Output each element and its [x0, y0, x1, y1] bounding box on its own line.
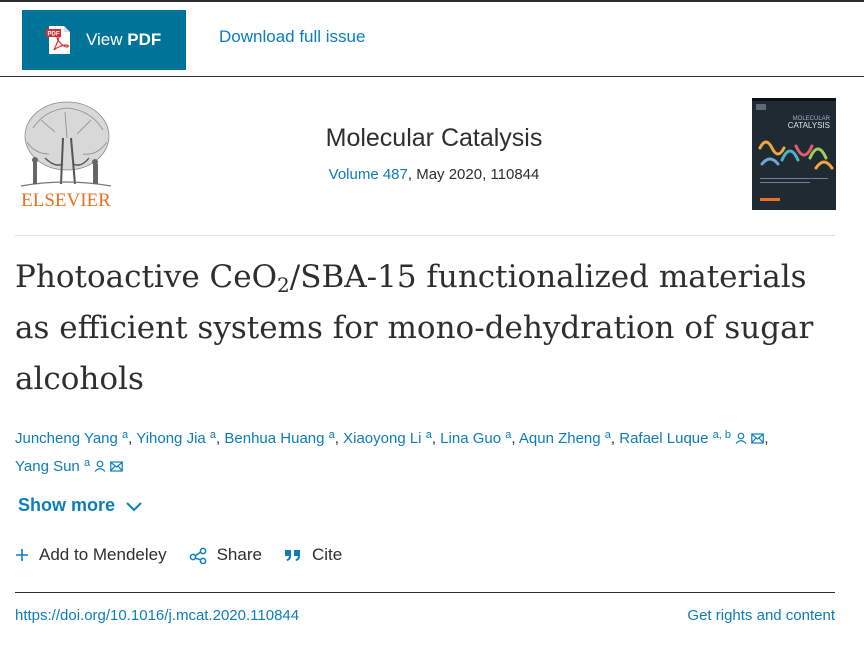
- author-link[interactable]: Yang Sun a: [15, 458, 124, 475]
- author-link[interactable]: Aqun Zheng a: [519, 430, 611, 448]
- author-link[interactable]: Yihong Jia a: [136, 430, 216, 448]
- show-more-label: Show more: [18, 495, 116, 515]
- share-button[interactable]: Share: [189, 545, 262, 565]
- email-icon: [110, 461, 124, 472]
- elsevier-logo: ELSEVIER: [20, 101, 111, 210]
- author-link[interactable]: Rafael Luque a, b: [619, 430, 765, 447]
- header-divider: [0, 76, 864, 77]
- quote-icon: [284, 550, 300, 561]
- get-rights-link[interactable]: Get rights and content: [687, 607, 835, 624]
- person-icon: [735, 432, 747, 444]
- volume-link[interactable]: Volume 487: [329, 166, 408, 183]
- chevron-down-icon: [126, 501, 142, 511]
- doi-link[interactable]: https://doi.org/10.1016/j.mcat.2020.1108…: [15, 607, 299, 624]
- author-link[interactable]: Lina Guo a: [440, 430, 511, 448]
- top-border: [0, 0, 864, 2]
- cite-label: Cite: [311, 545, 343, 564]
- article-actions: Add to Mendeley Share Cite: [15, 545, 364, 565]
- svg-text:PDF: PDF: [48, 32, 60, 38]
- journal-cover-image[interactable]: MOLECULAR CATALYSIS: [752, 98, 836, 210]
- person-icon: [94, 460, 106, 472]
- journal-title-link[interactable]: Molecular Catalysis: [150, 124, 718, 153]
- view-pdf-label: View PDF: [86, 30, 162, 49]
- svg-text:CATALYSIS: CATALYSIS: [788, 121, 830, 130]
- title-divider: [15, 235, 835, 236]
- author-list: Juncheng Yang a, Yihong Jia a, Benhua Hu…: [15, 429, 769, 476]
- mendeley-label: Add to Mendeley: [39, 545, 167, 564]
- pdf-file-icon: PDF: [46, 26, 70, 54]
- plus-icon: [16, 549, 28, 561]
- email-icon: [751, 433, 765, 444]
- article-title: Photoactive CeO2/SBA-15 functionalized m…: [15, 259, 814, 397]
- cite-button[interactable]: Cite: [284, 545, 342, 565]
- add-to-mendeley-button[interactable]: Add to Mendeley: [15, 545, 167, 565]
- view-pdf-button[interactable]: PDF View PDF: [22, 10, 186, 70]
- show-more-button[interactable]: Show more: [18, 495, 143, 516]
- svg-text:ELSEVIER: ELSEVIER: [21, 190, 111, 210]
- author-link[interactable]: Benhua Huang a: [224, 430, 334, 448]
- footer-divider: [15, 592, 835, 593]
- share-label: Share: [216, 545, 262, 564]
- author-link[interactable]: Xiaoyong Li a: [343, 430, 432, 448]
- volume-info: Volume 487, May 2020, 110844: [328, 166, 540, 183]
- author-link[interactable]: Juncheng Yang a: [15, 430, 128, 448]
- share-icon: [189, 547, 206, 564]
- download-full-issue-link[interactable]: Download full issue: [219, 27, 365, 47]
